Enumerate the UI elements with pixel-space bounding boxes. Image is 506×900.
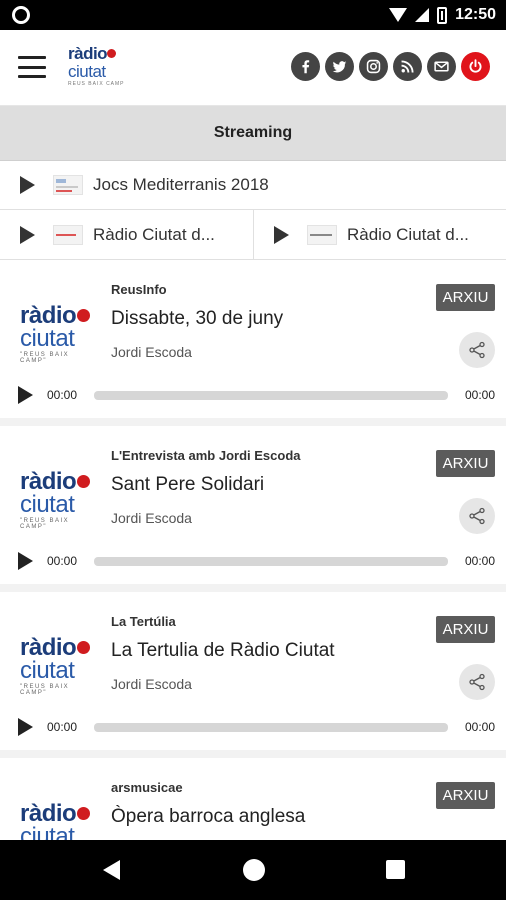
recent-apps-icon[interactable] — [386, 860, 405, 879]
progress-bar[interactable] — [94, 557, 448, 566]
back-icon[interactable] — [103, 860, 120, 880]
logo-line-1: ràdio — [68, 45, 117, 62]
audio-player: 00:00 00:00 — [0, 546, 506, 576]
episode-author: Jordi Escoda — [111, 510, 192, 526]
mail-icon[interactable] — [427, 52, 456, 81]
logo-line-1: ràdio — [20, 802, 91, 826]
time-total: 00:00 — [464, 720, 495, 734]
logo-line-2: ciutat — [20, 657, 75, 684]
status-bar: 12:50 — [0, 0, 506, 30]
rss-icon[interactable] — [393, 52, 422, 81]
logo-line-2: ciutat — [20, 491, 75, 518]
wifi-icon — [389, 8, 408, 22]
signal-icon — [415, 8, 430, 22]
share-button[interactable] — [459, 664, 495, 700]
episode-card[interactable]: ràdio ciutat "REUS BAIX CAMP" ReusInfo D… — [0, 260, 506, 426]
play-icon[interactable] — [274, 225, 289, 244]
share-icon — [469, 673, 485, 691]
play-button[interactable] — [18, 718, 33, 736]
power-icon[interactable] — [461, 52, 490, 81]
logo-tagline: "REUS BAIX CAMP" — [20, 684, 70, 696]
logo-dot — [77, 641, 91, 654]
twitter-icon[interactable] — [325, 52, 354, 81]
time-total: 00:00 — [464, 388, 495, 402]
logo-line-2: ciutat — [20, 325, 75, 352]
stream-label: Ràdio Ciutat d... — [93, 224, 215, 244]
share-icon — [469, 341, 485, 359]
stream-row: Ràdio Ciutat d... Ràdio Ciutat d... — [0, 210, 506, 260]
logo-line-1: ràdio — [20, 304, 91, 328]
play-icon[interactable] — [20, 225, 35, 244]
social-links — [291, 52, 490, 81]
episode-title[interactable]: Òpera barroca anglesa — [111, 806, 305, 828]
stream-thumbnail — [307, 224, 337, 245]
logo-tagline: "REUS BAIX CAMP" — [20, 352, 70, 364]
home-icon[interactable] — [243, 859, 265, 881]
stream-divider — [253, 210, 254, 259]
time-elapsed: 00:00 — [47, 720, 78, 734]
app-header: ràdio ciutat REUS BAIX CAMP — [0, 30, 506, 106]
status-time: 12:50 — [455, 6, 496, 23]
episode-title[interactable]: Dissabte, 30 de juny — [111, 308, 283, 330]
arxiu-button[interactable]: ARXIU — [436, 616, 495, 643]
facebook-icon[interactable] — [291, 52, 320, 81]
stream-item-reus[interactable]: Ràdio Ciutat d... — [20, 210, 215, 259]
battery-icon — [437, 6, 448, 24]
arxiu-button[interactable]: ARXIU — [436, 284, 495, 311]
share-icon — [469, 507, 485, 525]
audio-player: 00:00 00:00 — [0, 712, 506, 742]
progress-bar[interactable] — [94, 723, 448, 732]
program-name: L'Entrevista amb Jordi Escoda — [111, 448, 301, 463]
stream-label: Ràdio Ciutat d... — [347, 224, 469, 244]
share-button[interactable] — [459, 332, 495, 368]
logo-line-1: ràdio — [20, 470, 91, 494]
play-button[interactable] — [18, 552, 33, 570]
radio-ciutat-logo[interactable]: ràdio ciutat REUS BAIX CAMP — [68, 45, 128, 92]
time-elapsed: 00:00 — [47, 554, 78, 568]
logo-tagline: REUS BAIX CAMP — [68, 81, 125, 87]
logo-line-1: ràdio — [20, 636, 91, 660]
stream-item-valls[interactable]: Ràdio Ciutat d... — [274, 210, 469, 259]
episode-title[interactable]: La Tertulia de Ràdio Ciutat — [111, 640, 335, 662]
logo-line-2: ciutat — [68, 62, 106, 81]
stream-row: Jocs Mediterranis 2018 — [0, 161, 506, 210]
logo-dot — [77, 309, 91, 322]
stream-item-jocs[interactable]: Jocs Mediterranis 2018 — [20, 161, 269, 209]
time-elapsed: 00:00 — [47, 388, 78, 402]
radio-ciutat-logo: ràdio ciutat "REUS BAIX CAMP" — [20, 470, 92, 530]
arxiu-button[interactable]: ARXIU — [436, 782, 495, 809]
play-icon[interactable] — [20, 176, 35, 194]
logo-tagline: "REUS BAIX CAMP" — [20, 518, 70, 530]
program-name: ReusInfo — [111, 282, 167, 297]
episode-author: Jordi Escoda — [111, 676, 192, 692]
time-total: 00:00 — [464, 554, 495, 568]
stream-thumbnail — [53, 224, 83, 245]
logo-dot — [77, 475, 91, 488]
radio-ciutat-logo: ràdio ciutat "REUS BAIX CAMP" — [20, 304, 92, 364]
episode-title[interactable]: Sant Pere Solidari — [111, 474, 264, 496]
episode-card[interactable]: ràdio ciutat "REUS BAIX CAMP" La Tertúli… — [0, 592, 506, 758]
episode-author: Jordi Escoda — [111, 344, 192, 360]
share-button[interactable] — [459, 498, 495, 534]
program-name: La Tertúlia — [111, 614, 176, 629]
program-name: arsmusicae — [111, 780, 183, 795]
radio-ciutat-logo: ràdio ciutat "REUS BAIX CAMP" — [20, 636, 92, 696]
logo-dot — [77, 807, 91, 820]
arxiu-button[interactable]: ARXIU — [436, 450, 495, 477]
instagram-icon[interactable] — [359, 52, 388, 81]
stream-thumbnail — [53, 175, 83, 195]
notification-icon — [12, 6, 30, 24]
menu-icon[interactable] — [18, 56, 46, 78]
streaming-tab[interactable]: Streaming — [0, 106, 506, 161]
episode-card[interactable]: ràdio ciutat "REUS BAIX CAMP" L'Entrevis… — [0, 426, 506, 592]
progress-bar[interactable] — [94, 391, 448, 400]
system-nav-bar — [0, 840, 506, 900]
audio-player: 00:00 00:00 — [0, 380, 506, 410]
stream-label: Jocs Mediterranis 2018 — [93, 175, 269, 194]
play-button[interactable] — [18, 386, 33, 404]
logo-dot — [107, 49, 117, 58]
